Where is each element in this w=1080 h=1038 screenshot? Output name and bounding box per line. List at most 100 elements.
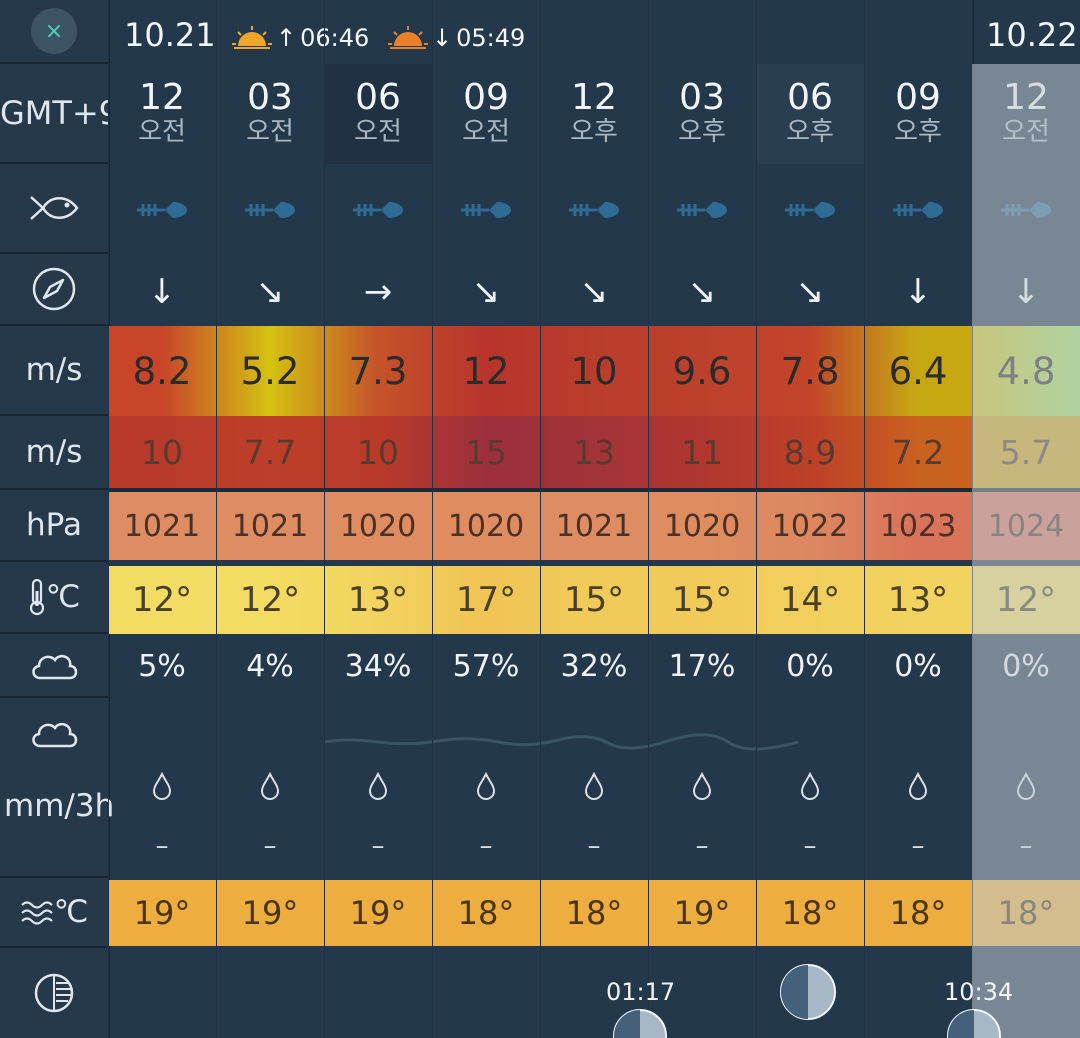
time-ampm: 오후	[678, 117, 726, 147]
pressure-value: 1021	[123, 508, 201, 544]
cloud-cover-value: 0%	[786, 648, 834, 684]
gust-speed-label: m/s	[0, 416, 108, 490]
sunrise-time: 06:46	[300, 24, 370, 52]
wind-speed-value: 7.3	[348, 349, 408, 393]
water-temp-label: ℃	[0, 878, 108, 948]
wind-speed-value: 10	[570, 349, 618, 393]
rain-amount-value: –	[155, 831, 169, 861]
time-slot: 12 오후	[540, 72, 648, 164]
water-temp-value: 18°	[889, 894, 947, 932]
wind-speed-label: m/s	[0, 326, 108, 416]
raindrop-icon	[108, 766, 216, 806]
time-hour: 03	[679, 77, 725, 118]
precipitation-wave	[323, 733, 799, 751]
wind-direction-label	[0, 254, 108, 326]
fish-icon	[864, 188, 972, 232]
gust-speed-value: 7.2	[891, 432, 945, 472]
wind-speed-value: 6.4	[888, 349, 948, 393]
time-hour: 06	[355, 77, 401, 118]
wind-direction-arrow: ↘	[471, 272, 501, 312]
gust-speed-value: 7.7	[243, 432, 297, 472]
cloud-cover-value: 5%	[138, 648, 186, 684]
wind-direction-arrow: →	[363, 272, 393, 312]
pressure-value: 1023	[879, 508, 957, 544]
temperature-value: 15°	[671, 580, 733, 620]
fish-icon	[108, 188, 216, 232]
gust-speed-value: 13	[573, 432, 615, 472]
close-cell: ×	[0, 0, 108, 64]
gust-speed-value: 10	[141, 432, 183, 472]
water-temp-value: 19°	[673, 894, 731, 932]
raindrop-icon	[756, 766, 864, 806]
moon-phase-icon	[780, 964, 836, 1020]
moon-phase-icon	[34, 973, 74, 1013]
pressure-value: 1021	[555, 508, 633, 544]
time-hour: 09	[463, 77, 509, 118]
rain-amount-value: –	[479, 831, 493, 861]
time-slot: 06 오전	[324, 72, 432, 164]
wind-direction-arrow: ↘	[255, 272, 285, 312]
time-hour: 06	[787, 77, 833, 118]
thermometer-icon	[29, 578, 44, 616]
temperature-value: 12°	[131, 580, 193, 620]
rain-label: mm/3h	[0, 698, 114, 878]
pressure-value: 1020	[447, 508, 525, 544]
time-slot: 09 오후	[864, 72, 972, 164]
water-temp-value: 18°	[457, 894, 515, 932]
time-hour: 09	[895, 77, 941, 118]
cloud-cover-value: 57%	[452, 648, 520, 684]
cloud-cover-value: 17%	[668, 648, 736, 684]
time-ampm: 오후	[786, 117, 834, 147]
water-waves-icon	[20, 901, 53, 925]
date-tomorrow: 10.22	[986, 16, 1078, 54]
temperature-value: 14°	[779, 580, 841, 620]
date-today: 10.21	[124, 16, 216, 54]
wind-direction-arrow: ↘	[579, 272, 609, 312]
close-icon: ×	[44, 18, 64, 44]
temperature-value: 13°	[887, 580, 949, 620]
temperature-value: 17°	[455, 580, 517, 620]
wind-speed-value: 9.6	[672, 349, 732, 393]
gust-speed-value: 11	[681, 432, 723, 472]
raindrop-icon	[540, 766, 648, 806]
fish-icon	[324, 188, 432, 232]
compass-icon	[32, 267, 76, 311]
cloud-icon	[32, 722, 78, 748]
rain-amount-value: –	[695, 831, 709, 861]
wind-speed-value: 5.2	[240, 349, 300, 393]
cloud-cover-value: 32%	[560, 648, 628, 684]
fish-icon	[432, 188, 540, 232]
time-slot: 09 오전	[432, 72, 540, 164]
fish-icon	[756, 188, 864, 232]
timezone-label: GMT+9	[0, 64, 108, 164]
pressure-value: 1021	[231, 508, 309, 544]
rain-amount-value: –	[803, 831, 817, 861]
raindrop-icon	[864, 766, 972, 806]
pressure-value: 1020	[663, 508, 741, 544]
time-ampm: 오전	[462, 117, 510, 147]
water-temp-value: 18°	[565, 894, 623, 932]
pressure-value: 1020	[339, 508, 417, 544]
temperature-label: ℃	[0, 562, 108, 634]
cloud-cover-value: 0%	[894, 648, 942, 684]
wind-speed-value: 7.8	[780, 349, 840, 393]
moonrise-time: 01:17	[606, 978, 676, 1006]
time-slot: 06 오후	[756, 72, 864, 164]
sunrise-icon	[232, 26, 272, 49]
water-temp-value: 18°	[781, 894, 839, 932]
gust-speed-value: 10	[357, 432, 399, 472]
fish-icon	[30, 196, 79, 220]
temperature-value: 12°	[239, 580, 301, 620]
moon-label	[0, 948, 108, 1038]
time-hour: 03	[247, 77, 293, 118]
wind-direction-arrow: ↓	[147, 272, 177, 312]
wind-speed-value: 12	[462, 349, 510, 393]
time-slot: 12오전	[108, 72, 216, 164]
temperature-value: 15°	[563, 580, 625, 620]
label-column: × GMT+9 m/s m/s hPa ℃ mm/3h ℃	[0, 0, 114, 1038]
close-button[interactable]: ×	[31, 8, 77, 54]
time-ampm: 오전	[246, 117, 294, 147]
moonset-icon	[947, 1009, 1001, 1038]
moonset-time: 10:34	[944, 978, 1014, 1006]
rain-amount-value: –	[371, 831, 385, 861]
